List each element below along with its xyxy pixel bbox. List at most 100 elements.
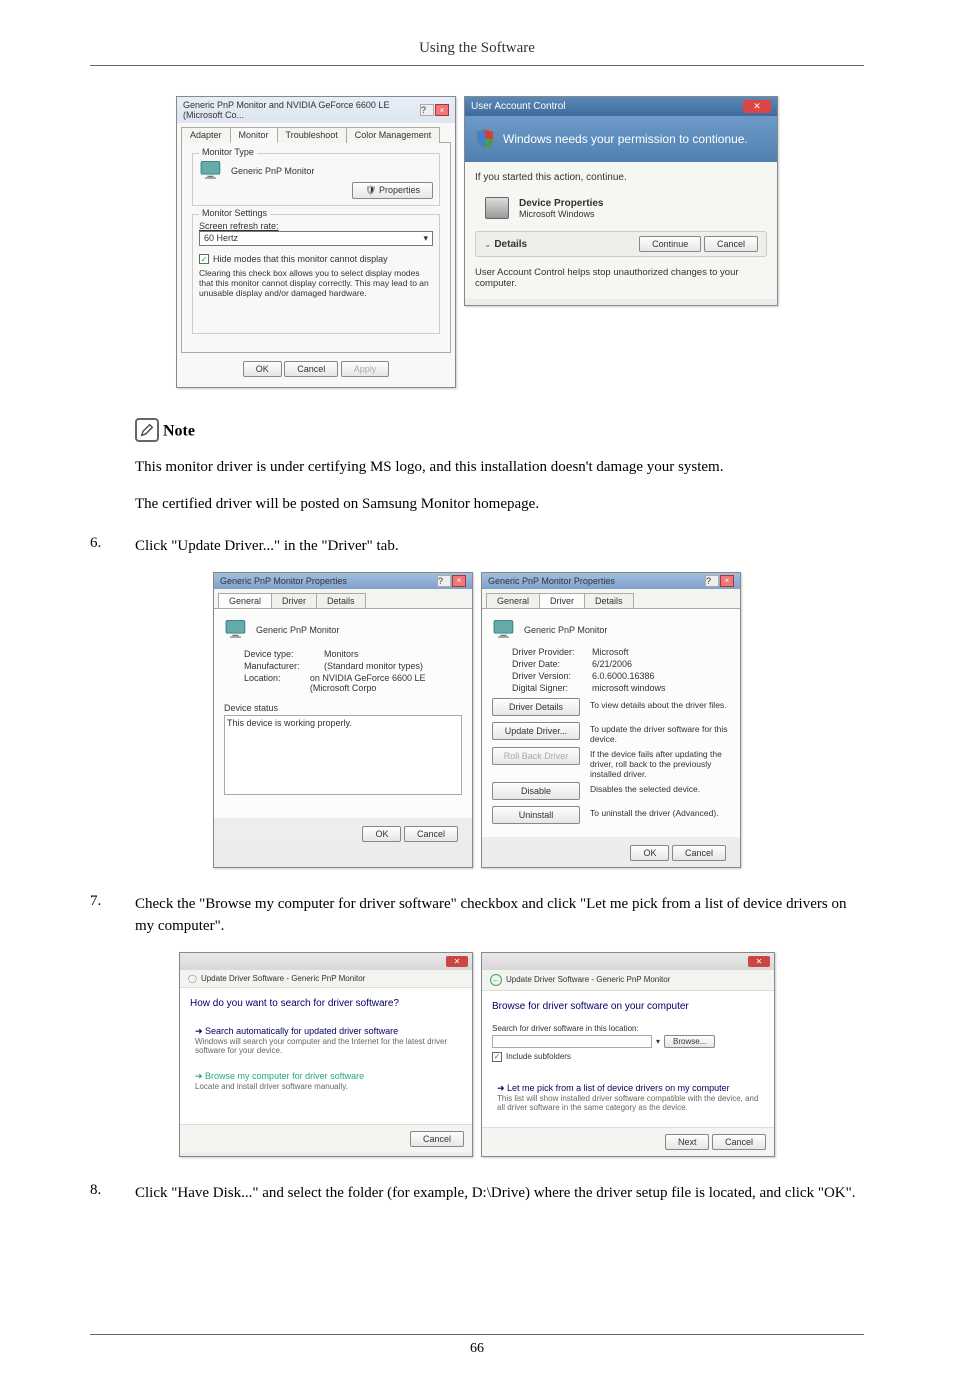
disable-button[interactable]: Disable	[492, 782, 580, 800]
chevron-down-icon[interactable]: ▾	[656, 1037, 660, 1046]
disable-desc: Disables the selected device.	[590, 779, 730, 794]
cancel-button[interactable]: Cancel	[404, 826, 458, 842]
pick-desc: This list will show installed driver sof…	[497, 1094, 759, 1112]
location-input[interactable]	[492, 1035, 652, 1048]
dialog-title-text: Generic PnP Monitor Properties	[488, 576, 615, 586]
step-6-number: 6.	[90, 535, 135, 558]
help-icon[interactable]: ?	[437, 575, 451, 587]
pick-title: Let me pick from a list of device driver…	[507, 1083, 730, 1093]
header-rule	[90, 65, 864, 66]
note-icon	[135, 418, 159, 442]
tab-general[interactable]: General	[218, 593, 272, 608]
chevron-down-icon[interactable]: ⌄	[484, 239, 492, 249]
breadcrumb: Update Driver Software - Generic PnP Mon…	[506, 975, 670, 984]
refresh-rate-label: Screen refresh rate:	[199, 221, 433, 231]
tab-details[interactable]: Details	[316, 593, 366, 608]
update-driver-desc: To update the driver software for this d…	[590, 719, 730, 744]
monitor-tab-dialog: Generic PnP Monitor and NVIDIA GeForce 6…	[176, 96, 456, 388]
close-icon[interactable]: ✕	[743, 100, 771, 113]
manufacturer-label: Manufacturer:	[244, 661, 324, 671]
update-driver-wizard-a: ✕ ◯ Update Driver Software - Generic PnP…	[179, 952, 473, 1157]
page-number: 66	[470, 1341, 484, 1356]
update-driver-button[interactable]: Update Driver...	[492, 722, 580, 740]
uac-banner-text: Windows needs your permission to contion…	[503, 132, 748, 146]
opt1-title: Search automatically for updated driver …	[205, 1026, 398, 1036]
opt1-desc: Windows will search your computer and th…	[195, 1037, 457, 1055]
driver-details-button[interactable]: Driver Details	[492, 698, 580, 716]
tab-adapter[interactable]: Adapter	[181, 127, 231, 143]
option-let-me-pick[interactable]: ➜ Let me pick from a list of device driv…	[492, 1078, 764, 1117]
shield-icon	[475, 128, 495, 150]
page-header: Using the Software	[90, 40, 864, 65]
tab-details[interactable]: Details	[584, 593, 634, 608]
monitor-icon	[492, 619, 518, 641]
tab-troubleshoot[interactable]: Troubleshoot	[277, 127, 347, 143]
version-value: 6.0.6000.16386	[592, 671, 655, 681]
cancel-button[interactable]: Cancel	[410, 1131, 464, 1147]
uninstall-button[interactable]: Uninstall	[492, 806, 580, 824]
properties-btn-label: Properties	[379, 185, 420, 195]
rollback-driver-button[interactable]: Roll Back Driver	[492, 747, 580, 765]
cancel-button[interactable]: Cancel	[704, 236, 758, 252]
hide-modes-label: Hide modes that this monitor cannot disp…	[213, 254, 388, 264]
hide-modes-description: Clearing this check box allows you to se…	[199, 268, 433, 298]
browse-button[interactable]: Browse...	[664, 1035, 715, 1048]
monitor-icon	[199, 160, 225, 182]
opt2-desc: Locate and install driver software manua…	[195, 1082, 457, 1091]
apply-button[interactable]: Apply	[341, 361, 390, 377]
version-label: Driver Version:	[512, 671, 592, 681]
date-label: Driver Date:	[512, 659, 592, 669]
opt2-title: Browse my computer for driver software	[205, 1071, 364, 1081]
close-icon[interactable]: ✕	[748, 956, 770, 967]
device-type-value: Monitors	[324, 649, 359, 659]
tab-general[interactable]: General	[486, 593, 540, 608]
provider-value: Microsoft	[592, 647, 629, 657]
refresh-rate-select[interactable]: 60 Hertz ▾	[199, 231, 433, 246]
signer-value: microsoft windows	[592, 683, 666, 693]
location-label: Location:	[244, 673, 310, 693]
driver-details-desc: To view details about the driver files.	[590, 695, 730, 710]
close-icon[interactable]: ×	[452, 575, 466, 587]
dialog-title-text: Generic PnP Monitor Properties	[220, 576, 347, 586]
help-icon[interactable]: ?	[420, 104, 434, 116]
help-icon[interactable]: ?	[705, 575, 719, 587]
generic-pnp-label: Generic PnP Monitor	[256, 625, 339, 635]
dialog-titlebar: Generic PnP Monitor Properties ?×	[482, 573, 740, 589]
ok-button[interactable]: OK	[362, 826, 401, 842]
close-icon[interactable]: ×	[720, 575, 734, 587]
tab-driver[interactable]: Driver	[539, 593, 585, 608]
cancel-button[interactable]: Cancel	[712, 1134, 766, 1150]
wizard-heading: How do you want to search for driver sof…	[190, 998, 462, 1009]
step-6-text: Click "Update Driver..." in the "Driver"…	[135, 535, 864, 558]
option-search-auto[interactable]: ➜ Search automatically for updated drive…	[190, 1021, 462, 1060]
next-button[interactable]: Next	[665, 1134, 710, 1150]
include-subfolders-checkbox[interactable]: ✓	[492, 1052, 502, 1062]
update-driver-wizard-b: ✕ ← Update Driver Software - Generic PnP…	[481, 952, 775, 1157]
close-icon[interactable]: ✕	[446, 956, 468, 967]
location-value: on NVIDIA GeForce 6600 LE (Microsoft Cor…	[310, 673, 462, 693]
step-8-text: Click "Have Disk..." and select the fold…	[135, 1182, 864, 1205]
device-type-label: Device type:	[244, 649, 324, 659]
tab-monitor[interactable]: Monitor	[230, 127, 278, 143]
monitor-properties-button[interactable]: 🛡 Properties	[352, 182, 433, 199]
ok-button[interactable]: OK	[630, 845, 669, 861]
ok-button[interactable]: OK	[243, 361, 282, 377]
tab-color-management[interactable]: Color Management	[346, 127, 441, 143]
close-icon[interactable]: ×	[435, 104, 449, 116]
dialog-title-text: Generic PnP Monitor and NVIDIA GeForce 6…	[183, 100, 420, 120]
back-icon[interactable]: ←	[490, 974, 502, 986]
cancel-button[interactable]: Cancel	[672, 845, 726, 861]
back-icon[interactable]: ◯	[188, 974, 197, 983]
continue-button[interactable]: Continue	[639, 236, 701, 252]
dialog-titlebar: Generic PnP Monitor and NVIDIA GeForce 6…	[177, 97, 455, 123]
hide-modes-checkbox[interactable]: ✓	[199, 254, 209, 264]
cancel-button[interactable]: Cancel	[284, 361, 338, 377]
screenshot-row-2: Generic PnP Monitor Properties ?× Genera…	[90, 572, 864, 868]
uac-footer-text: User Account Control helps stop unauthor…	[475, 267, 767, 289]
details-link[interactable]: Details	[494, 239, 527, 250]
monitor-name: Generic PnP Monitor	[231, 166, 314, 176]
option-browse-computer[interactable]: ➜ Browse my computer for driver software…	[190, 1066, 462, 1096]
tab-driver[interactable]: Driver	[271, 593, 317, 608]
provider-label: Driver Provider:	[512, 647, 592, 657]
search-location-label: Search for driver software in this locat…	[492, 1024, 764, 1033]
